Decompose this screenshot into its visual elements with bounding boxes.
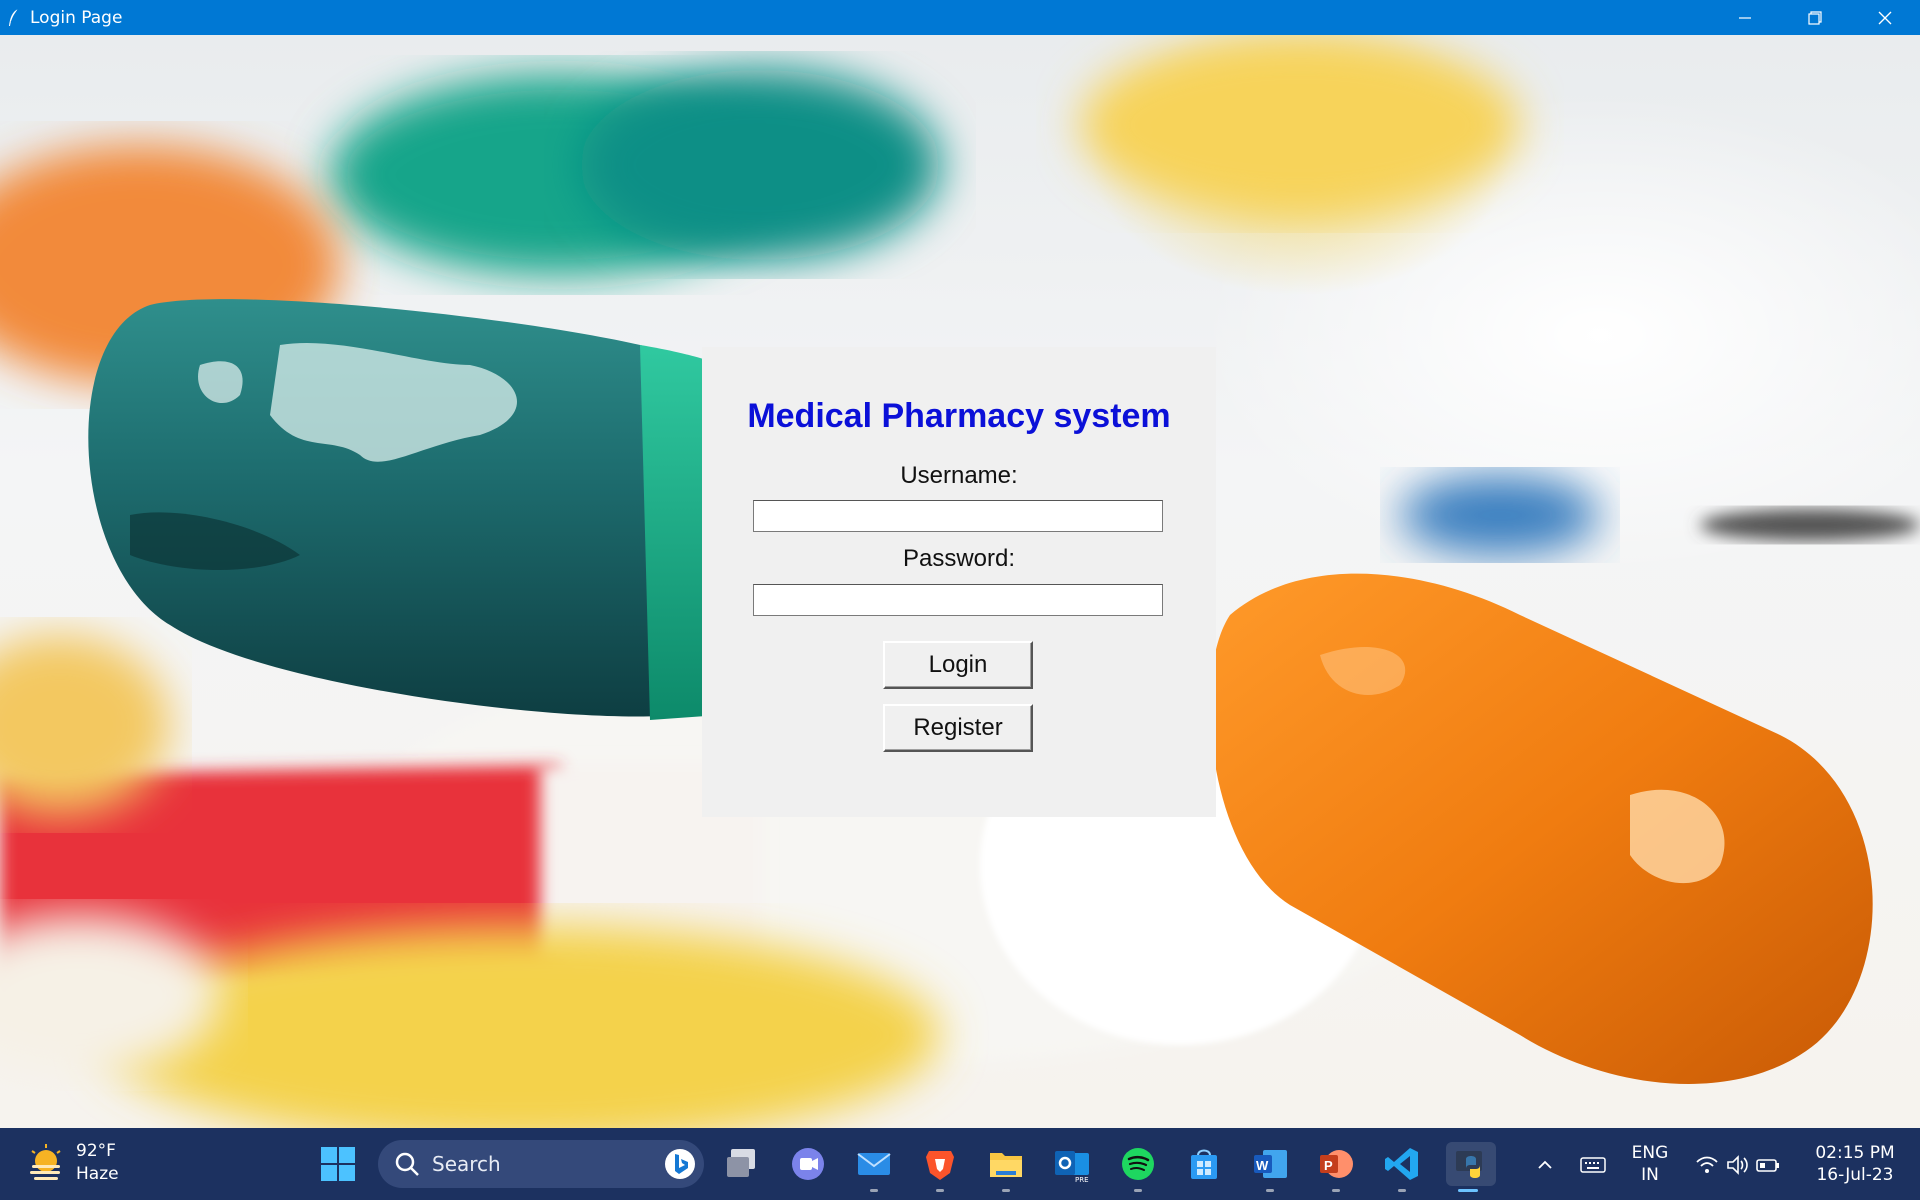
minimize-button[interactable] [1710,0,1780,35]
bing-icon [665,1149,695,1179]
spotify-icon [1122,1148,1154,1180]
restore-icon [1808,10,1822,25]
search-icon [395,1152,419,1176]
weather-condition: Haze [76,1164,119,1184]
word-icon: W [1254,1150,1287,1178]
svg-text:PRE: PRE [1075,1176,1089,1183]
running-indicator [936,1189,944,1192]
feather-icon [9,8,19,26]
minimize-icon [1739,16,1751,19]
wifi-icon [1696,1156,1718,1173]
taskbar: 92°F Haze Search PRE W P ENG IN 02:15 PM… [0,1128,1920,1200]
region-code: IN [1641,1165,1659,1185]
taskbar-app-store[interactable] [1182,1142,1226,1186]
running-indicator [1002,1189,1010,1192]
running-indicator [1332,1189,1340,1192]
mail-icon [857,1153,891,1175]
running-indicator [1266,1189,1274,1192]
haze-sun-icon [30,1144,61,1180]
app-heading: Medical Pharmacy system [747,397,1171,435]
weather-widget[interactable]: 92°F Haze [26,1140,119,1186]
teams-icon [792,1148,824,1180]
register-button[interactable]: Register [883,704,1033,752]
close-icon [1878,11,1892,24]
close-button[interactable] [1850,0,1920,35]
outlook-icon: PRE [1055,1151,1089,1183]
active-indicator [1458,1189,1478,1192]
taskbar-app-teams[interactable] [786,1142,830,1186]
taskbar-app-file-explorer[interactable] [984,1142,1028,1192]
vscode-icon [1385,1148,1418,1180]
svg-text:P: P [1324,1158,1333,1173]
taskbar-app-task-view[interactable] [720,1142,764,1186]
taskbar-app-powerpoint[interactable]: P [1314,1142,1358,1192]
password-input[interactable] [753,584,1163,616]
restore-button[interactable] [1780,0,1850,35]
show-hidden-icons-button[interactable] [1530,1150,1560,1180]
keyboard-icon [1580,1157,1606,1173]
powerpoint-icon: P [1320,1150,1353,1178]
running-indicator [870,1189,878,1192]
battery-icon [1756,1159,1779,1172]
taskbar-app-mail[interactable] [852,1142,896,1192]
windows-start-icon [321,1147,355,1181]
brave-icon [926,1151,954,1180]
chevron-up-icon [1538,1160,1552,1169]
touch-keyboard-button[interactable] [1578,1150,1608,1180]
taskbar-app-outlook[interactable]: PRE [1050,1142,1094,1186]
clock-date: 16-Jul-23 [1816,1165,1894,1185]
taskbar-app-word[interactable]: W [1248,1142,1292,1192]
start-button[interactable] [316,1142,360,1186]
background-image: Medical Pharmacy system Username: Passwo… [0,35,1920,1128]
svg-text:W: W [1256,1158,1269,1173]
username-label: Username: [900,462,1018,489]
task-view-icon [727,1149,755,1177]
language-indicator[interactable]: ENG IN [1622,1142,1678,1186]
python-icon [1456,1151,1482,1178]
password-label: Password: [902,545,1016,572]
login-button[interactable]: Login [883,641,1033,689]
clock[interactable]: 02:15 PM 16-Jul-23 [1800,1142,1910,1186]
taskbar-app-brave[interactable] [918,1142,962,1192]
quick-settings-button[interactable] [1690,1150,1786,1180]
language-code: ENG [1631,1143,1669,1163]
volume-icon [1727,1155,1748,1175]
username-input[interactable] [753,500,1163,532]
file-explorer-icon [990,1153,1022,1177]
store-icon [1191,1149,1217,1179]
running-indicator [1398,1189,1406,1192]
taskbar-search[interactable]: Search [378,1140,704,1188]
taskbar-app-vscode[interactable] [1380,1142,1424,1192]
taskbar-app-spotify[interactable] [1116,1142,1160,1192]
window-title: Login Page [30,7,123,28]
title-bar: Login Page [0,0,1920,35]
login-panel: Medical Pharmacy system Username: Passwo… [702,347,1216,817]
search-placeholder: Search [432,1152,501,1176]
running-indicator [1134,1189,1142,1192]
weather-temperature: 92°F [76,1141,116,1161]
clock-time: 02:15 PM [1815,1143,1895,1163]
taskbar-app-python[interactable] [1446,1142,1496,1192]
